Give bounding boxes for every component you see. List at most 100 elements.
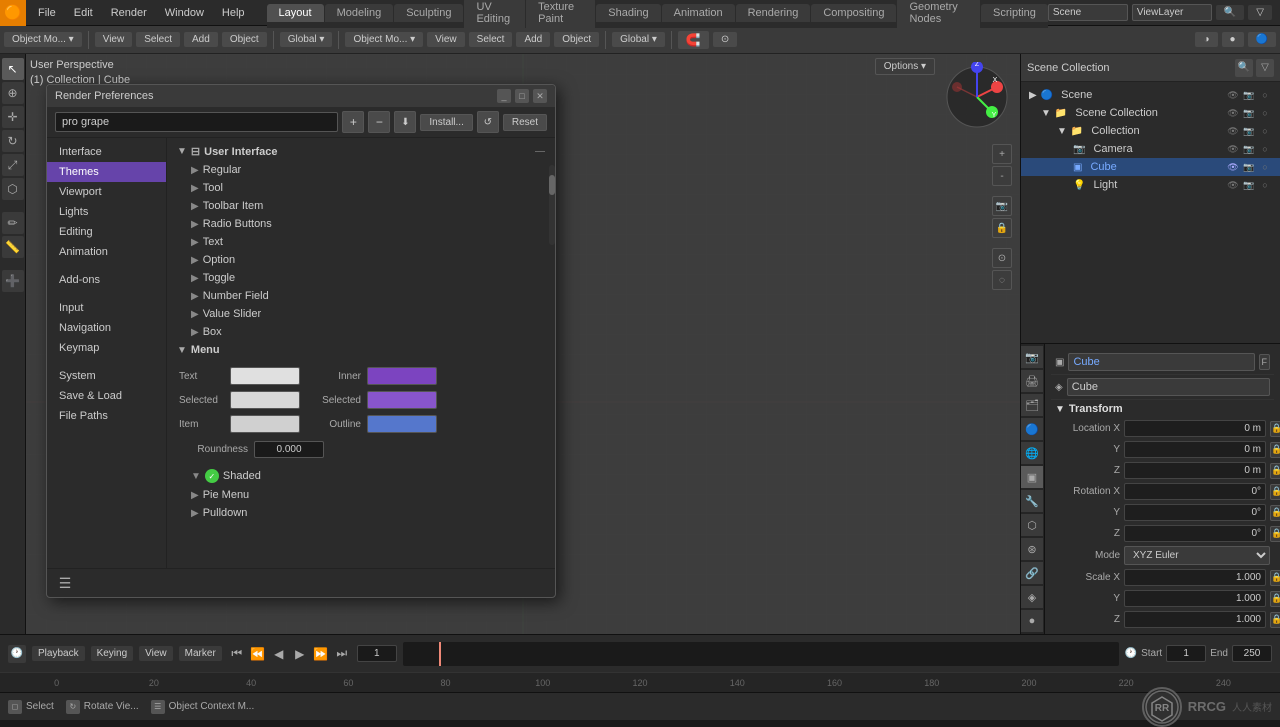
light-cam-icon[interactable]: 📷: [1242, 178, 1256, 192]
menu-help[interactable]: Help: [214, 5, 253, 21]
prop-view-layer-tab[interactable]: 🗂: [1021, 394, 1043, 416]
view-btn-2[interactable]: View: [427, 32, 465, 47]
location-y-lock-btn[interactable]: 🔒: [1270, 442, 1280, 458]
object-btn-2[interactable]: Object: [554, 32, 599, 47]
view-btn[interactable]: View: [95, 32, 133, 47]
reset-icon-btn[interactable]: ↺: [477, 111, 499, 133]
user-interface-header[interactable]: ▼ ⊟ User Interface —: [171, 142, 551, 161]
rotation-x-lock-btn[interactable]: 🔒: [1270, 484, 1280, 500]
search-btn[interactable]: 🔍: [1216, 5, 1244, 20]
timeline-mode-icon[interactable]: 🕐: [8, 645, 26, 663]
tab-shading[interactable]: Shading: [596, 4, 660, 22]
viewport-options-btn[interactable]: Options ▾: [875, 58, 935, 75]
sidebar-item-addons[interactable]: Add-ons: [47, 270, 166, 290]
prop-fake-user-btn[interactable]: F: [1259, 354, 1271, 370]
sidebar-item-lights[interactable]: Lights: [47, 202, 166, 222]
light-render-icon[interactable]: ○: [1258, 178, 1272, 192]
dialog-maximize-btn[interactable]: □: [515, 89, 529, 103]
theme-name-input[interactable]: [55, 112, 338, 132]
prop-material-tab[interactable]: ●: [1021, 610, 1043, 632]
sidebar-item-interface[interactable]: Interface: [47, 142, 166, 162]
inner-color-swatch[interactable]: [367, 367, 437, 385]
rotation-y-lock-btn[interactable]: 🔒: [1270, 505, 1280, 521]
selected-right-swatch[interactable]: [367, 391, 437, 409]
cam-eye-icon[interactable]: 👁: [1226, 142, 1240, 156]
dialog-hamburger-btn[interactable]: ☰: [55, 573, 75, 593]
prop-modifier-tab[interactable]: 🔧: [1021, 490, 1043, 512]
sc-camera-icon[interactable]: 📷: [1242, 106, 1256, 120]
tab-layout[interactable]: Layout: [267, 4, 324, 22]
scene-selector[interactable]: [1048, 4, 1128, 21]
sidebar-item-viewport[interactable]: Viewport: [47, 182, 166, 202]
menu-edit[interactable]: Edit: [66, 5, 101, 21]
location-z-input[interactable]: [1124, 462, 1266, 479]
tree-item-tool[interactable]: ▶Tool: [171, 179, 551, 197]
xray-btn[interactable]: ◌: [992, 270, 1012, 290]
outliner-camera[interactable]: 📷 Camera 👁 📷 ○: [1021, 140, 1280, 158]
keying-dropdown[interactable]: Keying: [91, 646, 134, 661]
filter-btn[interactable]: ▽: [1248, 5, 1272, 20]
tool-select[interactable]: ↖: [2, 58, 24, 80]
add-btn[interactable]: Add: [184, 32, 218, 47]
snap-btn[interactable]: 🧲: [678, 31, 709, 49]
outliner-scene-collection[interactable]: ▼ 📁 Scene Collection 👁 📷 ○: [1021, 104, 1280, 122]
sidebar-item-file-paths[interactable]: File Paths: [47, 406, 166, 426]
scale-z-input[interactable]: [1124, 611, 1266, 628]
dialog-minimize-btn[interactable]: _: [497, 89, 511, 103]
text-color-swatch[interactable]: [230, 367, 300, 385]
cube-render-icon[interactable]: ○: [1258, 160, 1272, 174]
tree-item-box[interactable]: ▶Box: [171, 323, 551, 341]
tool-cursor[interactable]: ⊕: [2, 82, 24, 104]
tab-uv-editing[interactable]: UV Editing: [464, 0, 525, 28]
shading-render-btn[interactable]: 🔵: [1248, 32, 1276, 47]
marker-btn[interactable]: Marker: [179, 646, 222, 661]
data-name-input[interactable]: [1067, 378, 1270, 396]
camera-icon-sm[interactable]: 📷: [1242, 88, 1256, 102]
tab-compositing[interactable]: Compositing: [811, 4, 896, 22]
end-frame-input[interactable]: [1232, 645, 1272, 662]
tool-rotate[interactable]: ↻: [2, 130, 24, 152]
add-btn-2[interactable]: Add: [516, 32, 550, 47]
tool-measure[interactable]: 📏: [2, 236, 24, 258]
tool-annotate[interactable]: ✏: [2, 212, 24, 234]
step-forward-btn[interactable]: ⏩: [312, 645, 330, 663]
tree-item-option[interactable]: ▶Option: [171, 251, 551, 269]
tool-scale[interactable]: ⤢: [2, 154, 24, 176]
global-dropdown[interactable]: Global ▾: [280, 32, 333, 47]
location-z-lock-btn[interactable]: 🔒: [1270, 463, 1280, 479]
outline-color-swatch[interactable]: [367, 415, 437, 433]
prop-render-tab[interactable]: 📷: [1021, 346, 1043, 368]
theme-add-btn[interactable]: +: [342, 111, 364, 133]
object-mode-dropdown[interactable]: Object Mo... ▾: [4, 32, 82, 47]
tree-item-toolbar-item[interactable]: ▶Toolbar Item: [171, 197, 551, 215]
scale-z-lock-btn[interactable]: 🔒: [1270, 612, 1280, 628]
prop-world-tab[interactable]: 🌐: [1021, 442, 1043, 464]
cube-eye-icon[interactable]: 👁: [1226, 160, 1240, 174]
tab-geometry-nodes[interactable]: Geometry Nodes: [897, 0, 980, 28]
coll-eye-icon[interactable]: 👁: [1226, 124, 1240, 138]
tab-sculpting[interactable]: Sculpting: [394, 4, 463, 22]
playback-dropdown[interactable]: Playback: [32, 646, 85, 661]
scale-x-input[interactable]: [1124, 569, 1266, 586]
dialog-titlebar[interactable]: Render Preferences _ □ ✕: [47, 85, 555, 107]
tool-add[interactable]: ➕: [2, 270, 24, 292]
outliner-filter-btn[interactable]: 🔍: [1235, 59, 1253, 77]
menu-window[interactable]: Window: [157, 5, 212, 21]
sc-eye-icon[interactable]: 👁: [1226, 106, 1240, 120]
scale-y-lock-btn[interactable]: 🔒: [1270, 591, 1280, 607]
cam-cam-icon[interactable]: 📷: [1242, 142, 1256, 156]
location-y-input[interactable]: [1124, 441, 1266, 458]
tree-item-shaded[interactable]: ▼ ✓ Shaded: [171, 466, 551, 486]
outliner-scene[interactable]: ▶ 🔵 Scene 👁 📷 ○: [1021, 86, 1280, 104]
theme-remove-btn[interactable]: −: [368, 111, 390, 133]
rotation-mode-select[interactable]: XYZ Euler: [1124, 546, 1270, 565]
outliner-light[interactable]: 💡 Light 👁 📷 ○: [1021, 176, 1280, 194]
sidebar-item-keymap[interactable]: Keymap: [47, 338, 166, 358]
scale-y-input[interactable]: [1124, 590, 1266, 607]
tree-item-number-field[interactable]: ▶Number Field: [171, 287, 551, 305]
rotation-z-input[interactable]: [1124, 525, 1266, 542]
shading-material-btn[interactable]: ●: [1222, 32, 1244, 47]
tab-texture-paint[interactable]: Texture Paint: [526, 0, 595, 28]
sidebar-item-themes[interactable]: Themes: [47, 162, 166, 182]
sidebar-item-editing[interactable]: Editing: [47, 222, 166, 242]
